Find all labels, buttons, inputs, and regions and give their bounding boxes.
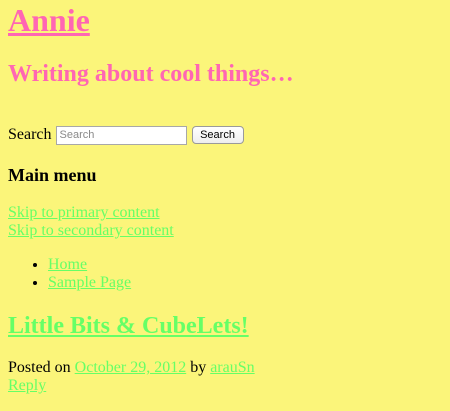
search-form: Search Search [8,125,244,145]
by-label: by [190,359,207,376]
post-date-link[interactable]: October 29, 2012 [75,359,187,376]
nav-item-home: Home [48,256,131,274]
post-meta: Posted on October 29, 2012 by arauSn [8,359,255,377]
site-title-link[interactable]: Annie [8,2,90,38]
reply-container: Reply [8,377,46,395]
nav-link-home[interactable]: Home [48,256,87,273]
post-title-link[interactable]: Little Bits & CubeLets! [8,313,249,339]
posted-on-label: Posted on [8,359,71,376]
post-title-heading: Little Bits & CubeLets! [8,311,249,341]
main-nav-list: Home Sample Page [8,256,131,292]
search-input[interactable] [55,125,187,145]
skip-links: Skip to primary content Skip to secondar… [8,204,174,240]
skip-to-secondary-link[interactable]: Skip to secondary content [8,222,174,240]
skip-to-primary-link[interactable]: Skip to primary content [8,204,174,222]
nav-link-sample-page[interactable]: Sample Page [48,274,131,291]
site-description: Writing about cool things… [8,61,294,87]
nav-item-sample-page: Sample Page [48,274,131,292]
page: { "site": { "title": "Annie", "descripti… [0,0,450,411]
search-button[interactable]: Search [191,126,244,144]
search-label: Search [8,126,52,143]
site-title-heading: Annie [8,0,90,40]
reply-link[interactable]: Reply [8,377,46,394]
main-menu-heading: Main menu [8,165,97,185]
author-link[interactable]: arauSn [210,359,254,376]
